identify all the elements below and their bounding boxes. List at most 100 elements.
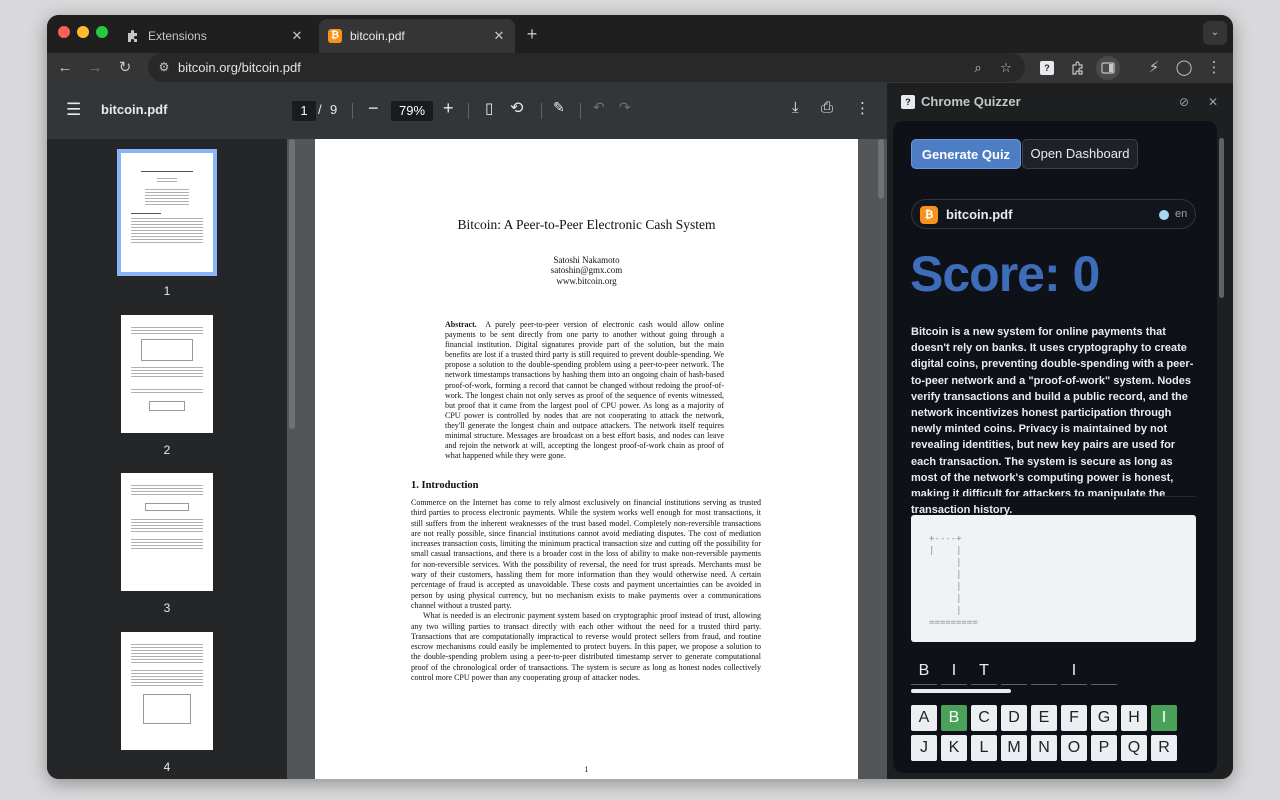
thumbnail-scrollbar[interactable] (289, 139, 295, 429)
quizzer-logo-icon: ? (901, 95, 915, 109)
letter-key-a[interactable]: A (911, 705, 937, 731)
letter-key-l[interactable]: L (971, 735, 997, 761)
letter-key-o[interactable]: O (1061, 735, 1087, 761)
document-scrollbar[interactable] (878, 139, 884, 199)
download-icon[interactable]: ⤓ (792, 99, 799, 116)
redo-icon[interactable]: ↷ (619, 99, 631, 116)
bitcoin-icon: ₿ (920, 206, 938, 224)
section-heading: 1. Introduction (411, 480, 479, 491)
chrome-quizzer-extension-icon[interactable]: ? (1035, 56, 1059, 80)
pdf-filename: bitcoin.pdf (101, 102, 167, 117)
performance-icon[interactable]: ⚡ (1142, 56, 1166, 80)
page-footer-number: 1 (315, 765, 858, 774)
thumbnail-page-4[interactable] (121, 632, 213, 750)
word-slot: B (911, 659, 937, 685)
letter-key-k[interactable]: K (941, 735, 967, 761)
puzzle-icon (126, 29, 140, 43)
paper-email: satoshin@gmx.com (315, 265, 858, 275)
tab-title: Extensions (148, 29, 289, 43)
browser-window: Extensions ✕ ₿ bitcoin.pdf ✕ + ⌄ ← → ↻ ⚙… (47, 15, 1233, 779)
language-code: en (1175, 208, 1187, 220)
letter-key-r[interactable]: R (1151, 735, 1177, 761)
letter-key-e[interactable]: E (1031, 705, 1057, 731)
paper-website: www.bitcoin.org (315, 276, 858, 286)
forward-button[interactable]: → (83, 56, 107, 80)
minimize-window-button[interactable] (77, 26, 89, 38)
quiz-content: Generate Quiz Open Dashboard ₿ bitcoin.p… (893, 121, 1217, 773)
page-number-input[interactable]: 1 (292, 101, 316, 121)
thumbnail-page-2[interactable] (121, 315, 213, 433)
letter-key-i[interactable]: I (1151, 705, 1177, 731)
current-file-pill: ₿ bitcoin.pdf en (911, 199, 1196, 229)
tab-title: bitcoin.pdf (350, 29, 491, 43)
close-window-button[interactable] (58, 26, 70, 38)
address-bar[interactable]: ⚙ bitcoin.org/bitcoin.pdf ⌕ ☆ (148, 53, 1025, 82)
letter-key-m[interactable]: M (1001, 735, 1027, 761)
side-panel-icon[interactable] (1096, 56, 1120, 80)
letter-key-g[interactable]: G (1091, 705, 1117, 731)
more-menu-icon[interactable]: ⋮ (1202, 56, 1226, 80)
annotate-icon[interactable]: ✎ (553, 99, 565, 116)
thumbnail-page-3[interactable] (121, 473, 213, 591)
letter-key-f[interactable]: F (1061, 705, 1087, 731)
paper-title: Bitcoin: A Peer-to-Peer Electronic Cash … (315, 217, 858, 233)
zoom-level[interactable]: 79% (391, 101, 433, 121)
maximize-window-button[interactable] (96, 26, 108, 38)
close-tab-icon[interactable]: ✕ (491, 28, 507, 44)
letter-key-b[interactable]: B (941, 705, 967, 731)
language-status-dot (1159, 210, 1169, 220)
close-panel-icon[interactable]: ✕ (1204, 93, 1222, 111)
zoom-out-icon[interactable]: − (368, 98, 379, 119)
tab-bitcoin-pdf[interactable]: ₿ bitcoin.pdf ✕ (319, 19, 515, 53)
hamburger-menu-icon[interactable]: ☰ (66, 100, 81, 120)
undo-icon[interactable]: ↶ (593, 99, 605, 116)
back-button[interactable]: ← (53, 56, 77, 80)
zoom-in-icon[interactable]: + (443, 98, 454, 119)
profile-icon[interactable]: ◯ (1172, 56, 1196, 80)
site-settings-icon[interactable]: ⚙ (156, 59, 172, 75)
introduction-body: Commerce on the Internet has come to rel… (411, 498, 761, 683)
tab-search-button[interactable]: ⌄ (1203, 21, 1227, 45)
url-text: bitcoin.org/bitcoin.pdf (178, 60, 301, 75)
zoom-icon[interactable]: ⌕ (968, 58, 988, 78)
score-display: Score: 0 (910, 245, 1099, 303)
hangman-drawing: +----+ | | | | | | | ========= (911, 515, 1196, 642)
thumbnail-label: 2 (47, 443, 287, 457)
abstract-label: Abstract. (445, 320, 477, 329)
letter-key-d[interactable]: D (1001, 705, 1027, 731)
paper-abstract: Abstract. A purely peer-to-peer version … (445, 320, 724, 461)
divider (911, 496, 1196, 497)
page-separator: / (318, 102, 322, 117)
fit-page-icon[interactable]: ▯ (485, 99, 493, 117)
word-slot: I (1061, 659, 1087, 685)
pdf-document-area[interactable]: Bitcoin: A Peer-to-Peer Electronic Cash … (287, 139, 887, 779)
close-tab-icon[interactable]: ✕ (289, 28, 305, 44)
print-icon[interactable]: ⎙ (821, 99, 833, 116)
extensions-puzzle-icon[interactable] (1066, 56, 1090, 80)
document-summary: Bitcoin is a new system for online payme… (911, 324, 1199, 518)
tab-extensions[interactable]: Extensions ✕ (117, 19, 313, 53)
new-tab-button[interactable]: + (523, 25, 541, 43)
letter-key-h[interactable]: H (1121, 705, 1147, 731)
letter-key-p[interactable]: P (1091, 735, 1117, 761)
side-panel-header: ? Chrome Quizzer ⊘ ✕ (887, 83, 1233, 121)
more-options-icon[interactable]: ⋮ (855, 99, 870, 117)
thumbnail-page-1[interactable] (121, 153, 213, 272)
letter-key-n[interactable]: N (1031, 735, 1057, 761)
unpin-icon[interactable]: ⊘ (1175, 93, 1193, 111)
letter-key-q[interactable]: Q (1121, 735, 1147, 761)
letter-key-c[interactable]: C (971, 705, 997, 731)
toolbar: ← → ↻ ⚙ bitcoin.org/bitcoin.pdf ⌕ ☆ ? ⚡ … (47, 53, 1233, 83)
bookmark-star-icon[interactable]: ☆ (996, 58, 1016, 78)
thumbnail-label: 3 (47, 601, 287, 615)
rotate-icon[interactable]: ⟲ (510, 98, 523, 118)
side-panel: ? Chrome Quizzer ⊘ ✕ Generate Quiz Open … (887, 83, 1233, 779)
reload-button[interactable]: ↻ (113, 56, 137, 80)
panel-scrollbar[interactable] (1219, 138, 1224, 298)
letter-key-j[interactable]: J (911, 735, 937, 761)
open-dashboard-button[interactable]: Open Dashboard (1022, 139, 1138, 169)
word-slot (1001, 659, 1027, 685)
generate-quiz-button[interactable]: Generate Quiz (911, 139, 1021, 169)
intro-paragraph-1: Commerce on the Internet has come to rel… (411, 498, 761, 611)
word-slots: BITI (911, 659, 1196, 685)
